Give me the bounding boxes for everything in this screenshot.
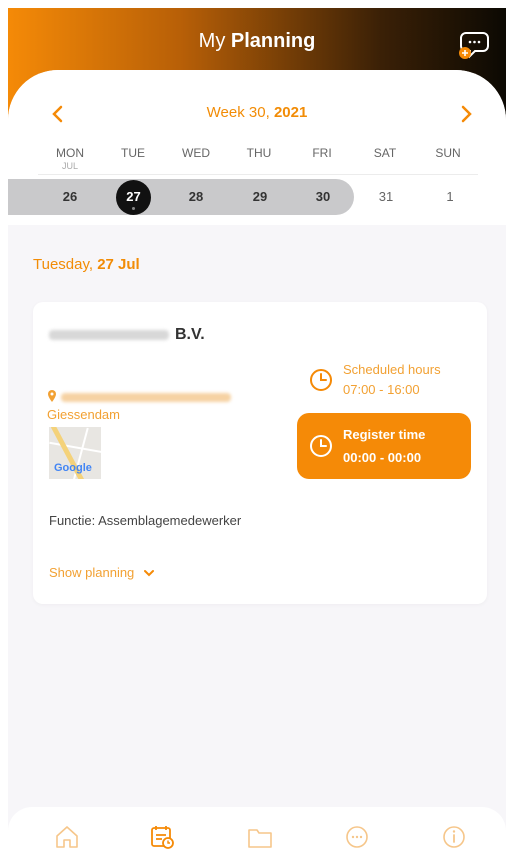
event-dot — [131, 207, 135, 210]
weekday-sun: SUN — [435, 146, 461, 160]
bottom-tab-bar — [8, 807, 506, 857]
page-title: My Planning — [8, 30, 506, 53]
weekday-wed: WED — [182, 146, 210, 160]
chevron-right-icon[interactable] — [456, 104, 476, 124]
register-label: Register time — [343, 427, 426, 442]
scheduled-label: Scheduled hours — [343, 362, 441, 377]
month-label: JUL — [61, 161, 78, 171]
weekday-tue: TUE — [121, 146, 145, 160]
scheduled-hours: Scheduled hours 07:00 - 16:00 — [309, 358, 479, 402]
chat-icon[interactable] — [343, 823, 371, 851]
scheduled-time: 07:00 - 16:00 — [343, 382, 420, 397]
company-name: B.V. — [49, 326, 205, 344]
weekday-mon: MON JUL — [40, 146, 100, 171]
register-time: 00:00 - 00:00 — [343, 450, 422, 465]
weekday-thu: THU — [246, 146, 272, 160]
clock-icon — [310, 435, 332, 457]
function-text: Functie: Assemblagemedewerker — [49, 513, 242, 528]
date-cell[interactable]: 29 — [240, 179, 280, 215]
selected-date-label: 27 — [126, 189, 141, 204]
date-cell[interactable]: 30 — [303, 179, 343, 215]
date-cell[interactable]: 1 — [430, 179, 470, 215]
redacted-address-text — [61, 393, 231, 403]
show-planning-link[interactable]: Show planning — [49, 565, 154, 580]
chat-add-icon[interactable] — [458, 28, 490, 60]
title-bold: Planning — [230, 30, 316, 52]
date-cell[interactable]: 31 — [366, 179, 406, 215]
day-title-date: 27 Jul — [97, 256, 140, 273]
google-logo: Google — [54, 462, 92, 474]
day-title-weekday: Tuesday, — [33, 256, 94, 273]
planning-icon[interactable] — [148, 823, 176, 851]
divider — [38, 174, 478, 175]
address-link[interactable]: Giessendam — [47, 388, 231, 424]
week-prefix: Week 30, — [206, 104, 270, 121]
map-pin-icon — [48, 390, 56, 402]
redacted-company-text — [49, 329, 169, 340]
info-icon[interactable] — [440, 823, 468, 851]
weekday-header: MON JUL TUE WED THU FRI SAT SUN — [8, 146, 506, 171]
weekday-sat: SAT — [373, 146, 397, 160]
week-navigator: Week 30, 2021 — [8, 100, 506, 128]
map-thumbnail[interactable]: Google — [49, 427, 101, 479]
week-label: Week 30, 2021 — [8, 104, 506, 121]
clock-icon — [310, 369, 332, 391]
address-city: Giessendam — [47, 407, 120, 422]
selected-day-title: Tuesday, 27 Jul — [33, 256, 140, 273]
register-time-button[interactable]: Register time 00:00 - 00:00 — [297, 413, 471, 479]
planning-card: B.V. Giessendam Google Functie: Assembla… — [33, 302, 487, 604]
title-prefix: My — [198, 30, 226, 52]
date-cell[interactable]: 26 — [50, 179, 90, 215]
weekday-fri: FRI — [312, 146, 332, 160]
home-icon[interactable] — [53, 823, 81, 851]
chevron-down-icon — [143, 570, 154, 577]
date-cell-selected[interactable]: 27 — [116, 180, 151, 215]
week-year: 2021 — [273, 104, 308, 121]
date-cell[interactable]: 28 — [176, 179, 216, 215]
folder-icon[interactable] — [246, 823, 274, 851]
